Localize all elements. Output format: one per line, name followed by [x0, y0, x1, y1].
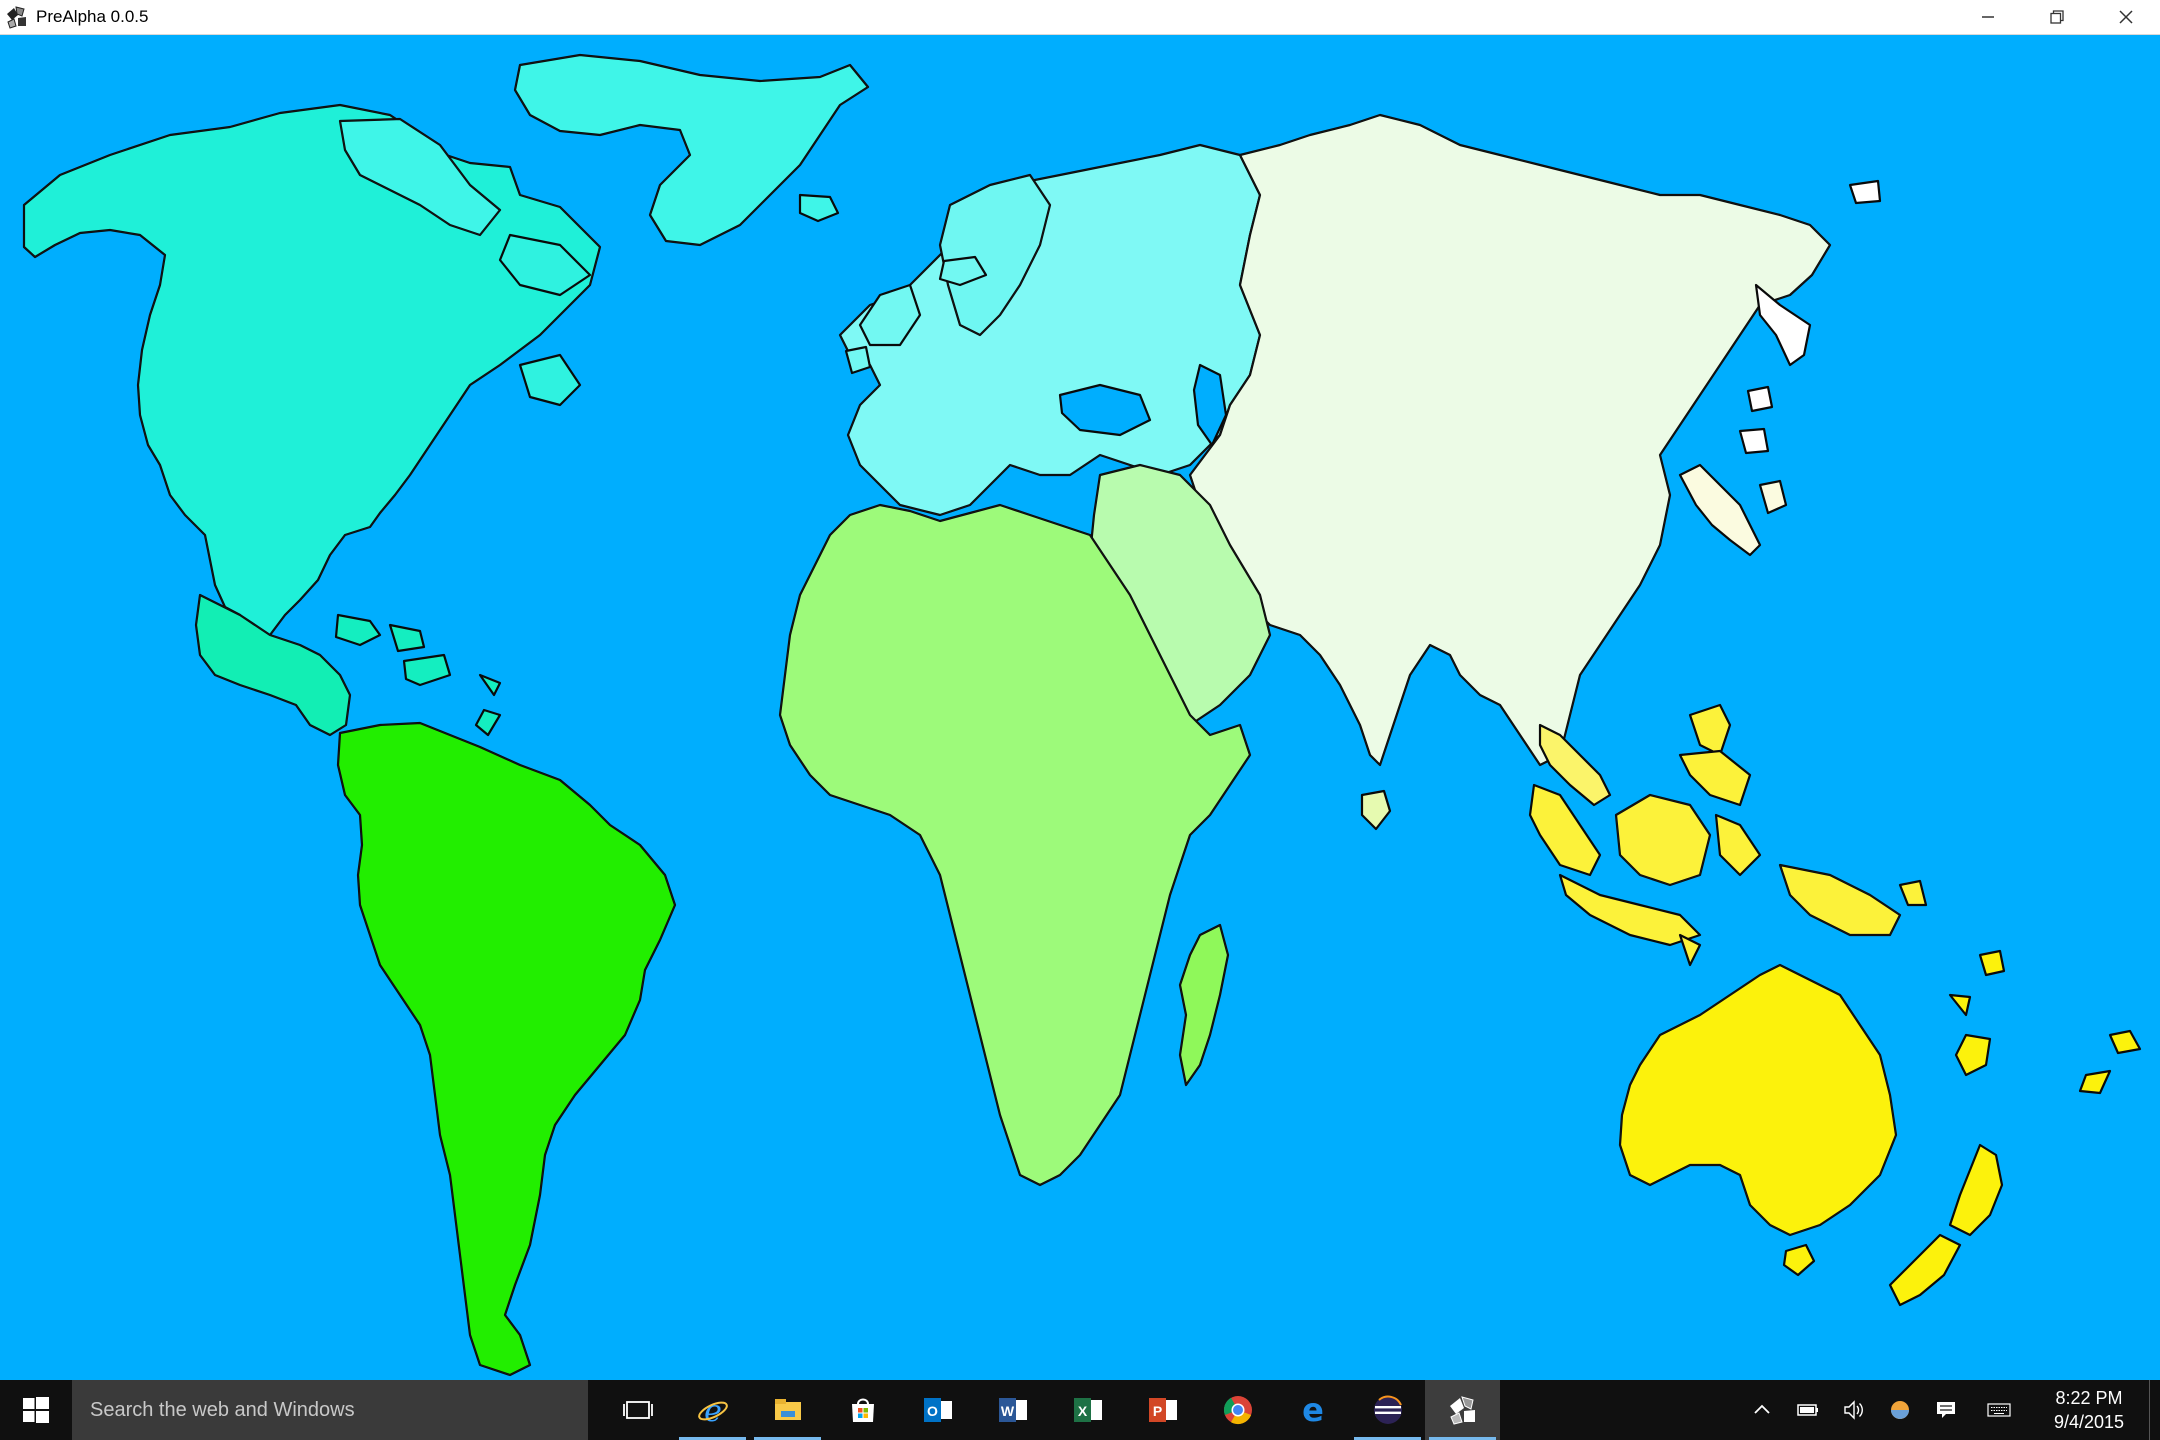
- svg-text:X: X: [1077, 1403, 1087, 1419]
- restore-button[interactable]: [2022, 0, 2091, 34]
- touch-keyboard-button[interactable]: [1969, 1380, 2029, 1440]
- region-southeast-asia[interactable]: [1528, 703, 1928, 967]
- prealpha-icon: [1449, 1396, 1475, 1425]
- excel-icon: X: [1073, 1398, 1102, 1422]
- powerpoint-icon: P: [1148, 1398, 1177, 1422]
- keyboard-icon: [1987, 1403, 2011, 1417]
- search-placeholder: Search the web and Windows: [90, 1398, 355, 1421]
- restore-icon: [2049, 10, 2064, 24]
- eclipse-icon: [1373, 1395, 1402, 1424]
- network-icon: [1891, 1401, 1909, 1419]
- svg-text:P: P: [1152, 1403, 1161, 1419]
- taskbar-file-explorer[interactable]: [750, 1380, 825, 1440]
- taskbar: Search the web and Windows e O W X P e 8…: [0, 1380, 2160, 1440]
- network-button[interactable]: [1877, 1380, 1923, 1440]
- search-box[interactable]: Search the web and Windows: [72, 1380, 588, 1440]
- clock[interactable]: 8:22 PM 9/4/2015: [2029, 1380, 2149, 1440]
- taskbar-eclipse[interactable]: [1350, 1380, 1425, 1440]
- battery-icon: [1797, 1404, 1818, 1416]
- title-bar: PreAlpha 0.0.5: [0, 0, 2160, 35]
- taskbar-excel[interactable]: X: [1050, 1380, 1125, 1440]
- continent-europe[interactable]: [838, 143, 1262, 517]
- action-center-icon: [1937, 1402, 1955, 1418]
- taskbar-internet-explorer[interactable]: e: [675, 1380, 750, 1440]
- file-explorer-icon: [774, 1399, 801, 1420]
- svg-text:e: e: [1302, 1393, 1324, 1427]
- battery-button[interactable]: [1785, 1380, 1831, 1440]
- show-desktop-button[interactable]: [2149, 1380, 2160, 1440]
- outlook-icon: O: [923, 1398, 952, 1422]
- world-map[interactable]: [0, 35, 2160, 1380]
- taskbar-word[interactable]: W: [975, 1380, 1050, 1440]
- close-button[interactable]: [2091, 0, 2160, 34]
- window-title: PreAlpha 0.0.5: [36, 7, 149, 26]
- taskbar-prealpha[interactable]: [1425, 1380, 1500, 1440]
- minimize-button[interactable]: [1953, 0, 2022, 34]
- action-center-button[interactable]: [1923, 1380, 1969, 1440]
- chrome-icon: [1223, 1396, 1252, 1425]
- clock-time: 8:22 PM: [2055, 1388, 2123, 1408]
- edge-icon: e: [1302, 1393, 1324, 1427]
- taskbar-powerpoint[interactable]: P: [1125, 1380, 1200, 1440]
- svg-text:O: O: [927, 1403, 938, 1419]
- task-view-button[interactable]: [600, 1380, 675, 1440]
- continent-australia[interactable]: [1618, 949, 2142, 1307]
- volume-button[interactable]: [1831, 1380, 1877, 1440]
- taskbar-edge[interactable]: e: [1275, 1380, 1350, 1440]
- windows-logo-icon: [23, 1397, 49, 1423]
- start-button[interactable]: [0, 1380, 72, 1440]
- volume-icon: [1844, 1400, 1863, 1420]
- taskbar-store[interactable]: [825, 1380, 900, 1440]
- world-map-canvas[interactable]: [0, 35, 2160, 1380]
- continent-north-america[interactable]: [22, 53, 870, 737]
- show-hidden-icons-button[interactable]: [1739, 1380, 1785, 1440]
- task-view-icon: [622, 1401, 653, 1419]
- taskbar-outlook[interactable]: O: [900, 1380, 975, 1440]
- chevron-up-icon: [1754, 1404, 1770, 1414]
- internet-explorer-icon: e: [697, 1394, 728, 1427]
- close-icon: [2118, 10, 2133, 24]
- svg-text:W: W: [1000, 1403, 1014, 1419]
- minimize-icon: [1981, 16, 1994, 18]
- continent-south-america[interactable]: [336, 721, 677, 1377]
- taskbar-chrome[interactable]: [1200, 1380, 1275, 1440]
- word-icon: W: [998, 1398, 1027, 1422]
- app-icon: [7, 6, 26, 29]
- store-icon: [851, 1398, 874, 1422]
- clock-date: 9/4/2015: [2053, 1412, 2125, 1432]
- svg-text:e: e: [704, 1394, 722, 1427]
